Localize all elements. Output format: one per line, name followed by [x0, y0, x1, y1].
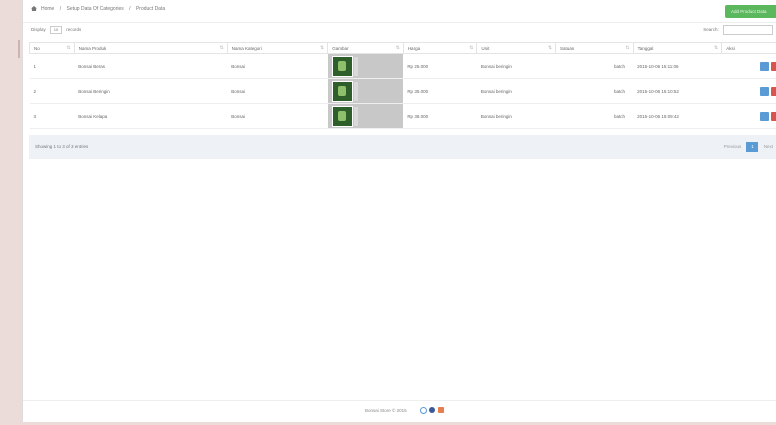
table-header-row: No ⇅ Nama Produk ⇅ Nama Kategori ⇅ Gambar ⇅ …: [29, 42, 776, 54]
thumbnail-frame: [353, 81, 358, 101]
column-header[interactable]: Satuan ⇅: [555, 42, 634, 54]
product-image-cell: [327, 78, 404, 104]
delete-button[interactable]: [770, 111, 776, 121]
copyright: Bonsai Store © 2015: [365, 408, 407, 413]
main-content: Home / Setup Data Of Categories / Produc…: [22, 0, 776, 422]
sort-icon: ⇅: [714, 45, 719, 51]
table-row: 3 Bonsai Kelapa Bonsai Rp 38.000 Bonsai …: [29, 103, 776, 129]
quantity-unit: batch: [555, 103, 634, 129]
product-thumbnail[interactable]: [331, 105, 353, 127]
sidebar-indicator[interactable]: [18, 40, 20, 58]
product-image-cell: [327, 103, 404, 129]
product-thumbnail[interactable]: [331, 55, 353, 77]
page-length-select[interactable]: 10: [50, 26, 63, 34]
product-name: Bonsai Beringin: [74, 78, 228, 104]
quantity-unit: batch: [555, 53, 634, 79]
column-header: Aksi: [721, 42, 776, 54]
row-number: 1: [29, 53, 75, 79]
previous-page-button[interactable]: Previous: [720, 142, 746, 152]
thumbnail-frame: [353, 56, 358, 76]
column-header[interactable]: Gambar ⇅: [327, 42, 404, 54]
search: Search:: [703, 25, 773, 35]
row-actions: [721, 53, 776, 79]
category-name: Bonsai: [227, 78, 328, 104]
search-label: Search:: [703, 27, 719, 33]
edit-button[interactable]: [759, 111, 769, 121]
column-header[interactable]: Unit ⇅: [476, 42, 557, 54]
google-plus-icon[interactable]: [438, 407, 444, 413]
category-name: Bonsai: [227, 53, 328, 79]
breadcrumb-home[interactable]: Home: [41, 6, 54, 12]
date: 2015-10-06 15:09:42: [633, 103, 722, 129]
row-actions: [721, 103, 776, 129]
add-product-button[interactable]: Add Product Data: [725, 5, 776, 18]
breadcrumb-section[interactable]: Setup Data Of Categories: [67, 6, 124, 12]
date: 2015-10-06 15:11:06: [633, 53, 722, 79]
sidebar: [0, 0, 20, 425]
column-header[interactable]: Harga ⇅: [402, 42, 478, 54]
delete-button[interactable]: [770, 86, 776, 96]
table-row: 2 Bonsai Beringin Bonsai Rp 35.000 Bonsa…: [29, 78, 776, 104]
edit-button[interactable]: [759, 86, 769, 96]
sort-icon: ⇅: [625, 45, 630, 51]
price: Rp 38.000: [403, 103, 477, 129]
column-header[interactable]: Nama Produk ⇅: [73, 42, 228, 54]
table-row: 1 Bonsai Beras Bonsai Rp 25.000 Bonsai b…: [29, 53, 776, 79]
sort-icon: ⇅: [469, 45, 474, 51]
twitter-icon[interactable]: [420, 407, 427, 414]
sort-icon: ⇅: [219, 45, 224, 51]
records-label: records: [66, 27, 82, 33]
home-icon[interactable]: [31, 6, 37, 11]
row-actions: [721, 78, 776, 104]
table-info: Showing 1 to 3 of 3 entries: [35, 144, 89, 149]
row-number: 2: [29, 78, 75, 104]
sort-icon: ⇅: [66, 45, 71, 51]
table-footer: Showing 1 to 3 of 3 entries Previous 1 N…: [29, 135, 776, 159]
product-thumbnail[interactable]: [331, 80, 353, 102]
table-controls: Display 10 records Search:: [23, 22, 776, 38]
page-footer: Bonsai Store © 2015: [23, 400, 776, 421]
product-table: No ⇅ Nama Produk ⇅ Nama Kategori ⇅ Gambar ⇅ …: [29, 42, 776, 129]
quantity-unit: batch: [555, 78, 634, 104]
date: 2015-10-06 15:10:52: [633, 78, 722, 104]
thumbnail-frame: [353, 106, 358, 126]
column-header[interactable]: Nama Kategori ⇅: [226, 42, 329, 54]
edit-button[interactable]: [759, 61, 769, 71]
page: Home / Setup Data Of Categories / Produc…: [0, 0, 776, 425]
unit: Bonsai beringin: [476, 78, 556, 104]
unit: Bonsai beringin: [476, 103, 556, 129]
product-image-cell: [327, 53, 404, 79]
column-header[interactable]: Tanggal ⇅: [632, 42, 723, 54]
breadcrumb-separator: /: [129, 6, 131, 12]
pagination: Previous 1 Next: [720, 142, 776, 152]
sort-icon: ⇅: [395, 45, 400, 51]
search-input[interactable]: [723, 25, 773, 35]
breadcrumb: Home / Setup Data Of Categories / Produc…: [31, 6, 169, 12]
unit: Bonsai beringin: [476, 53, 556, 79]
sort-icon: ⇅: [547, 45, 553, 51]
sort-icon: ⇅: [319, 45, 325, 51]
category-name: Bonsai: [227, 103, 328, 129]
display-label: Display: [31, 27, 46, 33]
product-name: Bonsai Kelapa: [74, 103, 228, 129]
delete-button[interactable]: [770, 61, 776, 71]
next-page-button[interactable]: Next: [760, 142, 776, 152]
page-1-button[interactable]: 1: [746, 142, 759, 152]
product-name: Bonsai Beras: [74, 53, 228, 79]
price: Rp 25.000: [403, 53, 477, 79]
breadcrumb-current: Product Data: [135, 6, 166, 12]
page-length: Display 10 records: [31, 26, 81, 34]
row-number: 3: [29, 103, 75, 129]
price: Rp 35.000: [403, 78, 477, 104]
top-bar: Home / Setup Data Of Categories / Produc…: [23, 0, 776, 23]
facebook-icon[interactable]: [429, 407, 435, 413]
breadcrumb-separator: /: [59, 6, 62, 12]
column-header[interactable]: No ⇅: [29, 42, 75, 54]
